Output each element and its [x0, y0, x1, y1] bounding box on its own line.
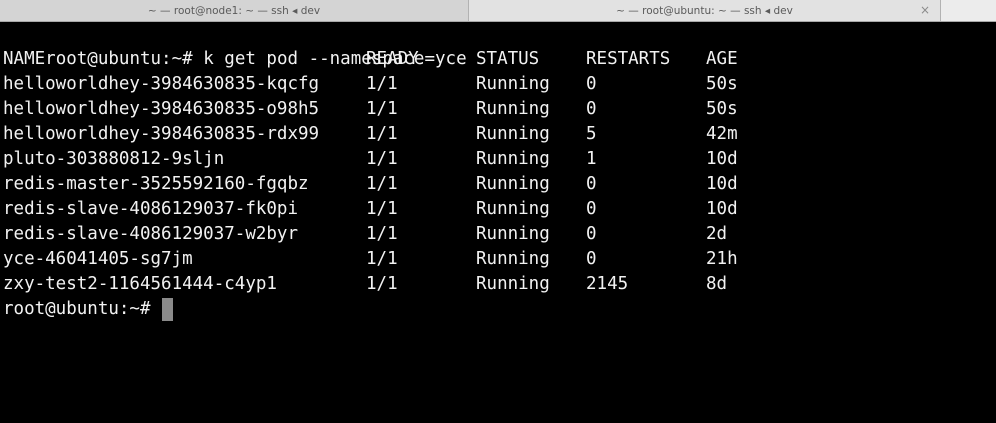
pod-age: 50s	[706, 74, 738, 94]
header-status: STATUS	[476, 49, 540, 69]
pod-status: Running	[476, 149, 550, 169]
pod-age: 42m	[706, 124, 738, 144]
pod-name: redis-master-3525592160-fgqbz	[3, 174, 309, 194]
text-cursor	[161, 298, 173, 321]
pod-status: Running	[476, 249, 550, 269]
pod-name: yce-46041405-sg7jm	[3, 249, 193, 269]
tab-ubuntu[interactable]: ~ — root@ubuntu: ~ — ssh ◂ dev ×	[469, 0, 941, 21]
table-row: redis-master-3525592160-fgqbz 1/1 Running 0…	[3, 172, 996, 197]
table-row: helloworldhey-3984630835-kqcfg 1/1 Running…	[3, 72, 996, 97]
pod-name: pluto-303880812-9sljn	[3, 149, 225, 169]
pod-restarts: 0	[586, 199, 597, 219]
pod-restarts: 5	[586, 124, 597, 144]
table-row: zxy-test2-1164561444-c4yp1 1/1 Running 2145…	[3, 272, 996, 297]
pod-name: redis-slave-4086129037-w2byr	[3, 224, 299, 244]
table-row: pluto-303880812-9sljn 1/1 Running 1 10d	[3, 147, 996, 172]
pod-name: zxy-test2-1164561444-c4yp1	[3, 274, 277, 294]
table-row: yce-46041405-sg7jm 1/1 Running 0 21h	[3, 247, 996, 272]
pod-ready: 1/1	[366, 99, 398, 119]
pod-age: 10d	[706, 174, 738, 194]
pod-name: helloworldhey-3984630835-rdx99	[3, 124, 320, 144]
pod-restarts: 0	[586, 224, 597, 244]
prompt: root@ubuntu:~#	[3, 299, 151, 319]
pod-ready: 1/1	[366, 149, 398, 169]
pod-age: 21h	[706, 249, 738, 269]
pod-restarts: 0	[586, 249, 597, 269]
table-row: helloworldhey-3984630835-o98h5 1/1 Running…	[3, 97, 996, 122]
pod-ready: 1/1	[366, 274, 398, 294]
active-prompt-line[interactable]: root@ubuntu:~#	[3, 297, 996, 322]
pod-ready: 1/1	[366, 224, 398, 244]
header-name: NAME	[3, 49, 46, 69]
pod-status: Running	[476, 274, 550, 294]
pod-status: Running	[476, 124, 550, 144]
pod-status: Running	[476, 174, 550, 194]
pod-status: Running	[476, 224, 550, 244]
pod-restarts: 0	[586, 74, 597, 94]
header-ready: READY	[366, 49, 419, 69]
pod-age: 10d	[706, 199, 738, 219]
pod-age: 2d	[706, 224, 728, 244]
table-row: redis-slave-4086129037-w2byr 1/1 Running 0 2…	[3, 222, 996, 247]
pod-ready: 1/1	[366, 174, 398, 194]
tab-title: ~ — root@ubuntu: ~ — ssh ◂ dev	[616, 4, 793, 17]
new-tab-area[interactable]	[941, 0, 996, 21]
pod-name: redis-slave-4086129037-fk0pi	[3, 199, 299, 219]
pod-restarts: 0	[586, 99, 597, 119]
header-restarts: RESTARTS	[586, 49, 671, 69]
pod-restarts: 2145	[586, 274, 629, 294]
pod-status: Running	[476, 199, 550, 219]
table-header: NAME READY STATUS RESTARTS AGE	[3, 47, 996, 72]
header-age: AGE	[706, 49, 738, 69]
close-icon[interactable]: ×	[920, 3, 930, 17]
tab-bar: ~ — root@node1: ~ — ssh ◂ dev ~ — root@u…	[0, 0, 996, 22]
pod-ready: 1/1	[366, 124, 398, 144]
pod-ready: 1/1	[366, 249, 398, 269]
pod-ready: 1/1	[366, 199, 398, 219]
pod-restarts: 0	[586, 174, 597, 194]
tab-title: ~ — root@node1: ~ — ssh ◂ dev	[147, 4, 321, 17]
table-row: redis-slave-4086129037-fk0pi 1/1 Running 0 1…	[3, 197, 996, 222]
pod-age: 50s	[706, 99, 738, 119]
pod-ready: 1/1	[366, 74, 398, 94]
table-row: helloworldhey-3984630835-rdx99 1/1 Running…	[3, 122, 996, 147]
pod-name: helloworldhey-3984630835-o98h5	[3, 99, 320, 119]
command-line: root@ubuntu:~# k get pod --namespace=yce	[3, 22, 996, 69]
tab-node1[interactable]: ~ — root@node1: ~ — ssh ◂ dev	[0, 0, 469, 21]
pod-status: Running	[476, 74, 550, 94]
pod-status: Running	[476, 99, 550, 119]
pod-age: 8d	[706, 274, 728, 294]
pod-age: 10d	[706, 149, 738, 169]
terminal-output[interactable]: root@ubuntu:~# k get pod --namespace=yce…	[3, 22, 996, 423]
pod-restarts: 1	[586, 149, 597, 169]
pod-name: helloworldhey-3984630835-kqcfg	[3, 74, 320, 94]
